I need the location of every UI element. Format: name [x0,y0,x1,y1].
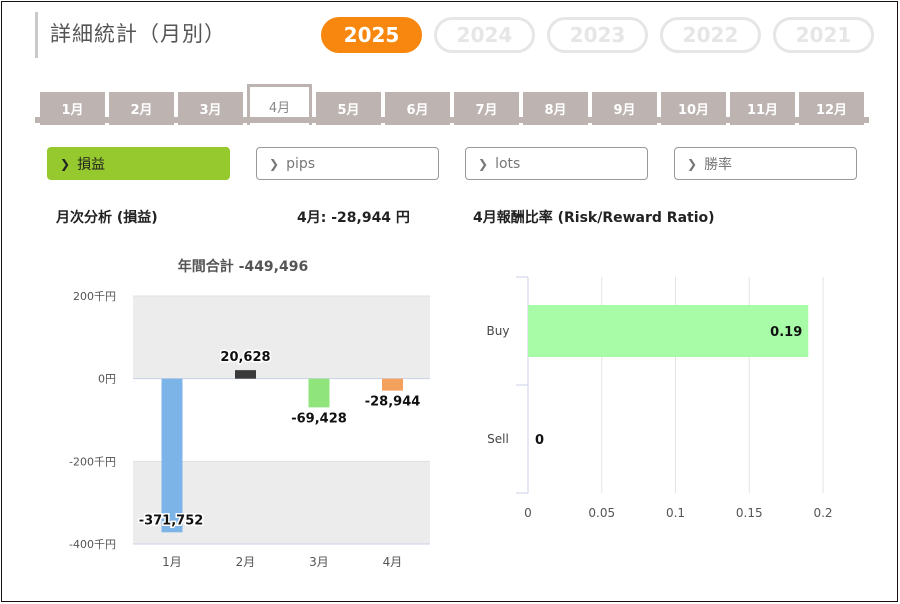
charts-canvas: 200千円 0円 -200千円 -400千円 年間合計 -449,496 -371,752… [69,258,833,569]
x-tick-label: 2月 [236,555,256,569]
bar-value-label: -69,428 [291,411,347,426]
bar-value-label: 20,628 [220,350,270,365]
annual-total: 年間合計 -449,496 [178,258,308,275]
bar-1 [161,378,183,533]
bar-value-label: -371,752 [139,513,204,528]
bar-3 [308,378,330,408]
x-tick-label: 0 [524,506,532,520]
x-tick-label: 3月 [309,555,329,569]
x-tick-label: 1月 [162,555,182,569]
bar-value-label: 0.19 [770,325,802,340]
x-tick-label: 0.15 [736,506,763,520]
y-category-label: Buy [487,324,510,338]
y-category-label: Sell [487,432,509,446]
bar-value-label: -28,944 [365,395,421,410]
x-tick-label: 0.05 [588,506,615,520]
bar-4 [382,378,403,391]
plot-band [133,296,430,379]
x-tick-label: 4月 [383,555,403,569]
bar-2 [235,370,256,379]
bar-value-label: 0 [535,433,544,448]
y-tick-label: 200千円 [73,290,116,303]
y-tick-label: -400千円 [69,538,116,551]
y-tick-label: -200千円 [69,455,116,468]
y-tick-label: 0円 [98,373,116,386]
x-tick-label: 0.1 [666,506,685,520]
x-tick-label: 0.2 [813,506,832,520]
bar-buy [528,305,809,357]
